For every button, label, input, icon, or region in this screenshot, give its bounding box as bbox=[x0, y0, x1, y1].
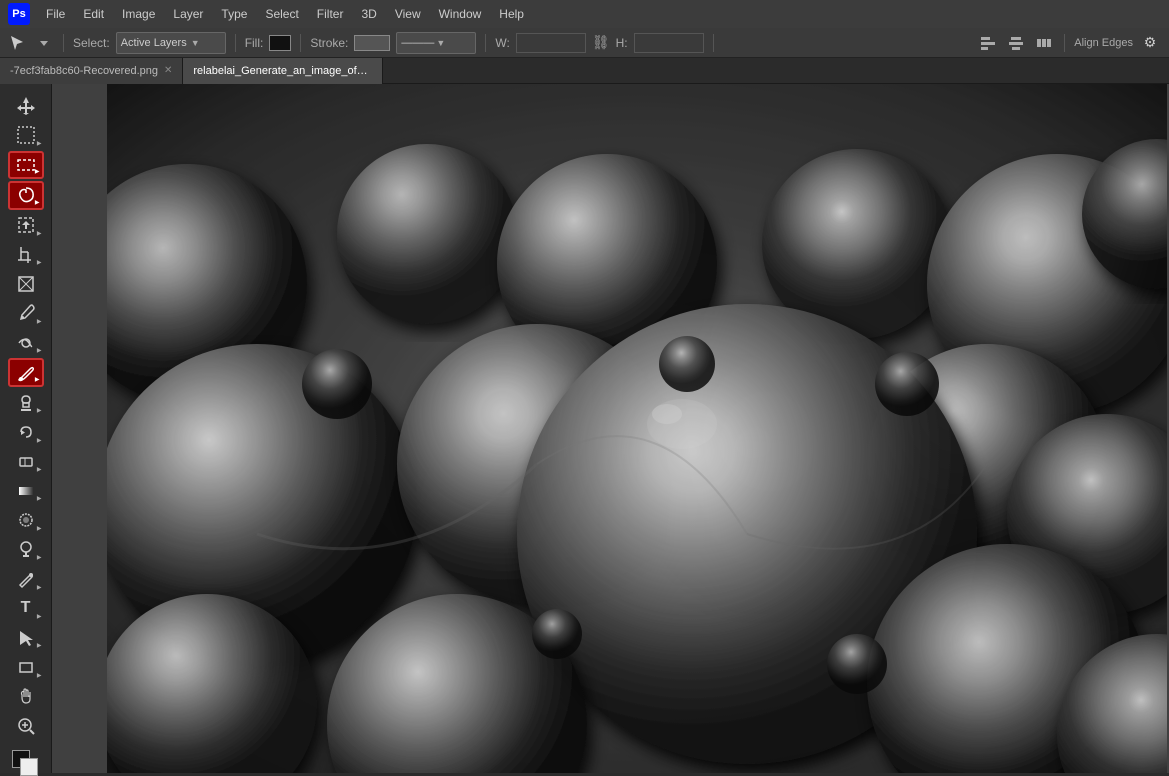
sep5 bbox=[713, 34, 714, 52]
menu-layer[interactable]: Layer bbox=[165, 4, 211, 24]
menu-type[interactable]: Type bbox=[213, 4, 255, 24]
eraser-arrow: ▶ bbox=[37, 466, 42, 473]
text-tool-icon: T bbox=[21, 599, 31, 617]
stroke-color-box[interactable] bbox=[354, 35, 390, 51]
heal-tool[interactable]: ▶ bbox=[8, 329, 44, 356]
pen-tool[interactable]: ▶ bbox=[8, 565, 44, 592]
path-select-tool[interactable]: ▶ bbox=[8, 624, 44, 651]
canvas-image bbox=[107, 84, 1167, 773]
menu-view[interactable]: View bbox=[387, 4, 429, 24]
crop-arrow: ▶ bbox=[37, 259, 42, 266]
menu-3d[interactable]: 3D bbox=[353, 4, 384, 24]
eyedropper-tool[interactable]: ▶ bbox=[8, 300, 44, 327]
shape-arrow: ▶ bbox=[37, 672, 42, 679]
link-proportions-icon[interactable]: ⛓ bbox=[592, 34, 610, 51]
ps-logo: Ps bbox=[8, 3, 30, 25]
marquee-tool[interactable]: ▶ bbox=[8, 151, 44, 179]
select-dropdown-value: Active Layers bbox=[121, 37, 187, 49]
menu-bar: Ps File Edit Image Layer Type Select Fil… bbox=[0, 0, 1169, 28]
dodge-arrow: ▶ bbox=[37, 554, 42, 561]
canvas-content bbox=[107, 84, 1167, 773]
menu-select[interactable]: Select bbox=[257, 4, 306, 24]
brush-arrow: ▶ bbox=[35, 376, 40, 383]
select-label: Select: bbox=[73, 36, 110, 50]
shape-tool[interactable]: ▶ bbox=[8, 653, 44, 680]
pen-arrow: ▶ bbox=[37, 584, 42, 591]
tab-main-label: relabelai_Generate_an_image_of_a_white_e… bbox=[193, 65, 372, 77]
align-edges-label: Align Edges bbox=[1074, 37, 1133, 49]
stroke-dropdown-arrow: ▼ bbox=[436, 38, 445, 48]
left-toolbar: ▶ ▶ ▶ ▶ bbox=[0, 84, 52, 773]
color-swatches[interactable] bbox=[8, 746, 44, 773]
options-bar: Select: Active Layers ▼ Fill: Stroke: ——… bbox=[0, 28, 1169, 58]
eraser-tool[interactable]: ▶ bbox=[8, 448, 44, 475]
tool-arrow-dropdown[interactable] bbox=[34, 33, 54, 53]
width-input[interactable] bbox=[516, 33, 586, 53]
tool-arrow-indicator: ▶ bbox=[37, 140, 42, 147]
w-label: W: bbox=[495, 36, 509, 50]
chevron-down-icon: ▼ bbox=[191, 38, 200, 48]
gradient-arrow: ▶ bbox=[37, 495, 42, 502]
menu-image[interactable]: Image bbox=[114, 4, 163, 24]
sep6 bbox=[1064, 34, 1065, 52]
tab-recovered-label: -7ecf3fab8c60-Recovered.png bbox=[10, 65, 158, 77]
eyedropper-arrow: ▶ bbox=[37, 318, 42, 325]
menu-window[interactable]: Window bbox=[431, 4, 490, 24]
artboard-tool[interactable]: ▶ bbox=[8, 121, 44, 148]
menu-file[interactable]: File bbox=[38, 4, 73, 24]
h-label: H: bbox=[616, 36, 628, 50]
lasso-arrow: ▶ bbox=[35, 199, 40, 206]
text-tool[interactable]: T ▶ bbox=[8, 595, 44, 622]
blur-arrow: ▶ bbox=[37, 525, 42, 532]
text-arrow: ▶ bbox=[37, 613, 42, 620]
sep4 bbox=[485, 34, 486, 52]
height-input[interactable] bbox=[634, 33, 704, 53]
tab-recovered[interactable]: -7ecf3fab8c60-Recovered.png ✕ bbox=[0, 58, 183, 84]
stroke-width-dropdown[interactable]: ——— ▼ bbox=[396, 32, 476, 54]
menu-help[interactable]: Help bbox=[491, 4, 532, 24]
obj-select-arrow: ▶ bbox=[37, 230, 42, 237]
crop-tool[interactable]: ▶ bbox=[8, 241, 44, 268]
options-right-icons: Align Edges ⚙ bbox=[977, 32, 1161, 54]
options-gear-icon[interactable]: ⚙ bbox=[1139, 32, 1161, 54]
heal-arrow: ▶ bbox=[37, 347, 42, 354]
sep2 bbox=[235, 34, 236, 52]
main-area: ▶ ▶ ▶ ▶ bbox=[0, 84, 1169, 773]
marquee-arrow: ▶ bbox=[35, 168, 40, 175]
stroke-width-value: ——— bbox=[401, 37, 434, 49]
sep3 bbox=[300, 34, 301, 52]
align-center-icon[interactable] bbox=[1005, 32, 1027, 54]
menu-filter[interactable]: Filter bbox=[309, 4, 352, 24]
path-select-arrow: ▶ bbox=[37, 642, 42, 649]
dodge-tool[interactable]: ▶ bbox=[8, 536, 44, 563]
align-left-icon[interactable] bbox=[977, 32, 999, 54]
stroke-label: Stroke: bbox=[310, 36, 348, 50]
lasso-tool[interactable]: ▶ bbox=[8, 181, 44, 209]
tabs-bar: -7ecf3fab8c60-Recovered.png ✕ relabelai_… bbox=[0, 58, 1169, 84]
menu-edit[interactable]: Edit bbox=[75, 4, 112, 24]
frame-tool[interactable] bbox=[8, 270, 44, 297]
tab-main[interactable]: relabelai_Generate_an_image_of_a_white_e… bbox=[183, 58, 383, 84]
hand-tool[interactable] bbox=[8, 683, 44, 710]
move-tool[interactable] bbox=[8, 92, 44, 119]
zoom-tool[interactable] bbox=[8, 712, 44, 739]
history-brush-tool[interactable]: ▶ bbox=[8, 418, 44, 445]
object-select-tool[interactable]: ▶ bbox=[8, 212, 44, 239]
sep1 bbox=[63, 34, 64, 52]
tab-recovered-close[interactable]: ✕ bbox=[164, 65, 172, 76]
blur-tool[interactable]: ▶ bbox=[8, 506, 44, 533]
stamp-tool[interactable]: ▶ bbox=[8, 389, 44, 416]
fill-label: Fill: bbox=[245, 36, 264, 50]
fill-color-box[interactable] bbox=[269, 35, 291, 51]
history-brush-arrow: ▶ bbox=[37, 437, 42, 444]
tool-arrow-icon bbox=[8, 33, 28, 53]
brush-tool[interactable]: ▶ bbox=[8, 358, 44, 386]
distribute-icon[interactable] bbox=[1033, 32, 1055, 54]
gradient-tool[interactable]: ▶ bbox=[8, 477, 44, 504]
canvas-area[interactable] bbox=[52, 84, 1169, 773]
stamp-arrow: ▶ bbox=[37, 407, 42, 414]
select-dropdown[interactable]: Active Layers ▼ bbox=[116, 32, 226, 54]
